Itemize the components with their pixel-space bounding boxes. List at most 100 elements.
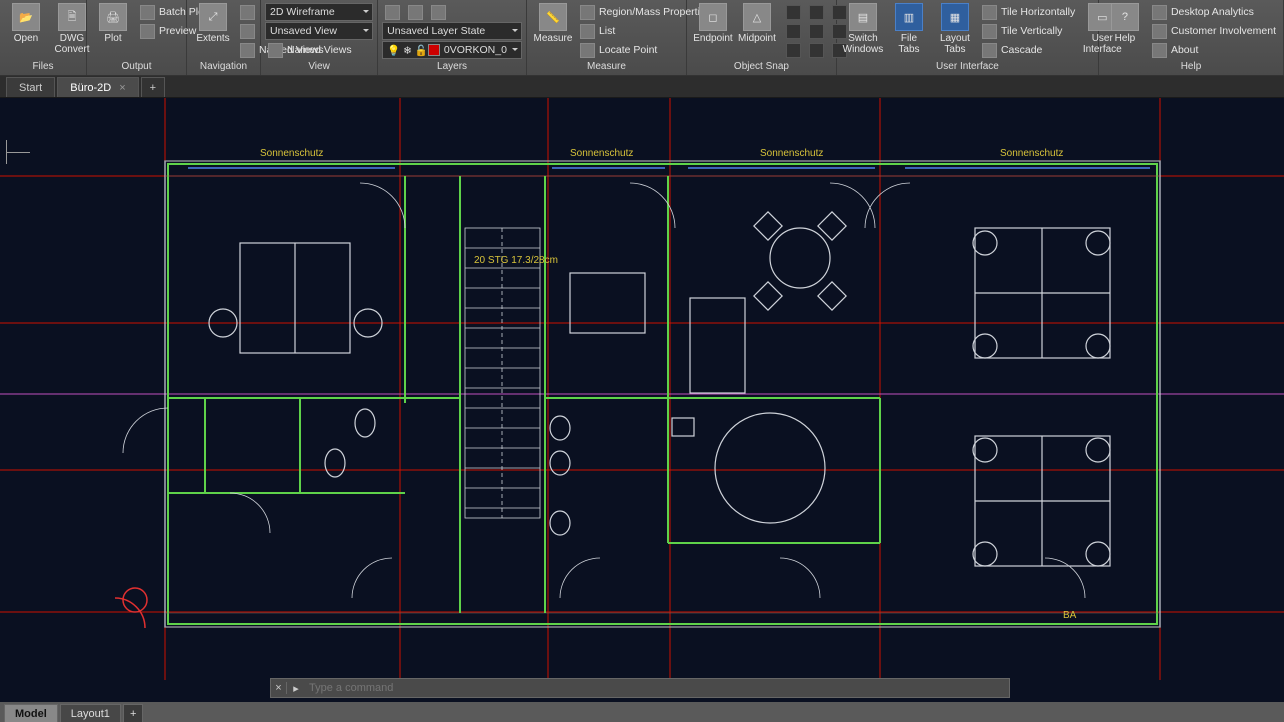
command-input[interactable] bbox=[305, 682, 1009, 694]
osnap-center[interactable] bbox=[783, 3, 804, 21]
layer-freeze-button[interactable] bbox=[405, 3, 426, 21]
tile-vertically-button[interactable]: Tile Vertically bbox=[979, 22, 1078, 40]
layer-off-button[interactable] bbox=[382, 3, 403, 21]
view-name-dropdown[interactable]: Unsaved View bbox=[265, 22, 373, 40]
view-name-value: Unsaved View bbox=[270, 25, 337, 37]
tab-start-label: Start bbox=[19, 82, 42, 94]
switch-windows-icon: ▤ bbox=[849, 3, 877, 31]
panel-title-layers: Layers bbox=[382, 61, 522, 75]
intersection-icon bbox=[786, 24, 801, 39]
sun-label: Sonnenschutz bbox=[1000, 148, 1063, 159]
tab-model[interactable]: Model bbox=[4, 704, 58, 722]
layer-lock-button[interactable] bbox=[428, 3, 449, 21]
panel-title-ui: User Interface bbox=[841, 61, 1094, 75]
switch-windows-button[interactable]: ▤ Switch Windows bbox=[841, 1, 885, 61]
list-label: List bbox=[599, 25, 615, 37]
midpoint-icon: △ bbox=[743, 3, 771, 31]
locate-point-icon bbox=[580, 43, 595, 58]
tile-horizontally-button[interactable]: Tile Horizontally bbox=[979, 3, 1078, 21]
measure-button[interactable]: 📏 Measure bbox=[531, 1, 575, 61]
tile-h-icon bbox=[982, 5, 997, 20]
endpoint-label: Endpoint bbox=[693, 33, 732, 44]
osnap-tan[interactable] bbox=[806, 41, 827, 59]
endpoint-icon: ◻ bbox=[699, 3, 727, 31]
layout-tabs: Model Layout1 + bbox=[0, 702, 1284, 722]
involvement-icon bbox=[1152, 24, 1167, 39]
osnap-perp[interactable] bbox=[783, 41, 804, 59]
layout-tabs-icon: ▦ bbox=[941, 3, 969, 31]
panel-title-measure: Measure bbox=[531, 61, 682, 75]
analytics-button[interactable]: Desktop Analytics bbox=[1149, 3, 1279, 21]
tab-layout1-label: Layout1 bbox=[71, 708, 110, 720]
locate-point-label: Locate Point bbox=[599, 44, 657, 56]
batch-plot-icon bbox=[140, 5, 155, 20]
panel-title-osnap: Object Snap bbox=[691, 61, 832, 75]
named-views-row[interactable]: Named Views bbox=[265, 41, 373, 59]
floorplan-svg: 20 STG 17.3/28cm bbox=[0, 98, 1284, 680]
osnap-int[interactable] bbox=[783, 22, 804, 40]
midpoint-label: Midpoint bbox=[738, 33, 776, 44]
layer-state-dropdown[interactable]: Unsaved Layer State bbox=[382, 22, 522, 40]
drawing-canvas[interactable]: 20 STG 17.3/28cm bbox=[0, 98, 1284, 680]
visual-style-value: 2D Wireframe bbox=[270, 6, 335, 18]
panel-measure: 📏 Measure Region/Mass Properties List Lo… bbox=[527, 0, 687, 75]
file-tabs-button[interactable]: ▥ File Tabs bbox=[887, 1, 931, 61]
midpoint-button[interactable]: △ Midpoint bbox=[735, 1, 779, 59]
about-icon bbox=[1152, 43, 1167, 58]
named-views-icon bbox=[240, 43, 255, 58]
layer-lock-icon bbox=[431, 5, 446, 20]
about-button[interactable]: About bbox=[1149, 41, 1279, 59]
open-icon: 📂 bbox=[12, 3, 40, 31]
sun-label: Sonnenschutz bbox=[260, 148, 323, 159]
stair-label: 20 STG 17.3/28cm bbox=[474, 255, 558, 266]
sun-label: Sonnenschutz bbox=[760, 148, 823, 159]
tab-new[interactable]: + bbox=[141, 77, 165, 97]
panel-title-nav: Navigation bbox=[191, 61, 256, 75]
tab-doc[interactable]: Büro-2D× bbox=[57, 77, 138, 97]
command-prompt-icon: ▸ bbox=[287, 682, 305, 695]
panel-title-output: Output bbox=[91, 61, 182, 75]
tile-h-label: Tile Horizontally bbox=[1001, 6, 1075, 18]
panel-osnap: ◻ Endpoint △ Midpoint bbox=[687, 0, 837, 75]
layer-current-dropdown[interactable]: 💡 ❄ 🔓 0VORKON_0 bbox=[382, 41, 522, 59]
endpoint-button[interactable]: ◻ Endpoint bbox=[691, 1, 735, 59]
help-label: Help bbox=[1115, 33, 1136, 44]
layout-tabs-button[interactable]: ▦ Layout Tabs bbox=[933, 1, 977, 61]
involvement-button[interactable]: Customer Involvement bbox=[1149, 22, 1279, 40]
perpendicular-icon bbox=[786, 43, 801, 58]
pan-icon bbox=[240, 5, 255, 20]
orbit-icon bbox=[240, 24, 255, 39]
extents-button[interactable]: ⤢ Extents bbox=[191, 1, 235, 61]
layout-tabs-label: Layout Tabs bbox=[940, 33, 970, 55]
close-icon[interactable]: × bbox=[119, 82, 125, 94]
osnap-node[interactable] bbox=[806, 3, 827, 21]
plot-button[interactable]: 🖨 Plot bbox=[91, 1, 135, 61]
cascade-label: Cascade bbox=[1001, 44, 1042, 56]
plot-label: Plot bbox=[104, 33, 121, 44]
help-button[interactable]: ? Help bbox=[1103, 1, 1147, 61]
visual-style-dropdown[interactable]: 2D Wireframe bbox=[265, 3, 373, 21]
plot-icon: 🖨 bbox=[99, 3, 127, 31]
help-icon: ? bbox=[1111, 3, 1139, 31]
command-bar: × ▸ bbox=[270, 678, 1010, 698]
panel-navigation: ⤢ Extents Named Views Navigation bbox=[187, 0, 261, 75]
node-icon bbox=[809, 5, 824, 20]
document-tabs: Start Büro-2D× + bbox=[0, 76, 1284, 98]
open-label: Open bbox=[14, 33, 38, 44]
ba-label: BA bbox=[1063, 610, 1077, 621]
command-close-button[interactable]: × bbox=[271, 682, 287, 694]
osnap-ext[interactable] bbox=[806, 22, 827, 40]
named-views-row-label: Named Views bbox=[287, 44, 352, 56]
tab-layout-new[interactable]: + bbox=[123, 704, 143, 722]
tile-v-icon bbox=[982, 24, 997, 39]
panel-layers: Unsaved Layer State 💡 ❄ 🔓 0VORKON_0 Laye… bbox=[378, 0, 527, 75]
panel-help: ? Help Desktop Analytics Customer Involv… bbox=[1099, 0, 1284, 75]
tile-v-label: Tile Vertically bbox=[1001, 25, 1062, 37]
open-button[interactable]: 📂 Open bbox=[4, 1, 48, 61]
panel-view: 2D Wireframe Unsaved View Named Views Vi… bbox=[261, 0, 378, 75]
tab-start[interactable]: Start bbox=[6, 77, 55, 97]
cascade-button[interactable]: Cascade bbox=[979, 41, 1078, 59]
tab-layout1[interactable]: Layout1 bbox=[60, 704, 121, 722]
tangent-icon bbox=[809, 43, 824, 58]
layer-color-swatch bbox=[428, 44, 440, 56]
